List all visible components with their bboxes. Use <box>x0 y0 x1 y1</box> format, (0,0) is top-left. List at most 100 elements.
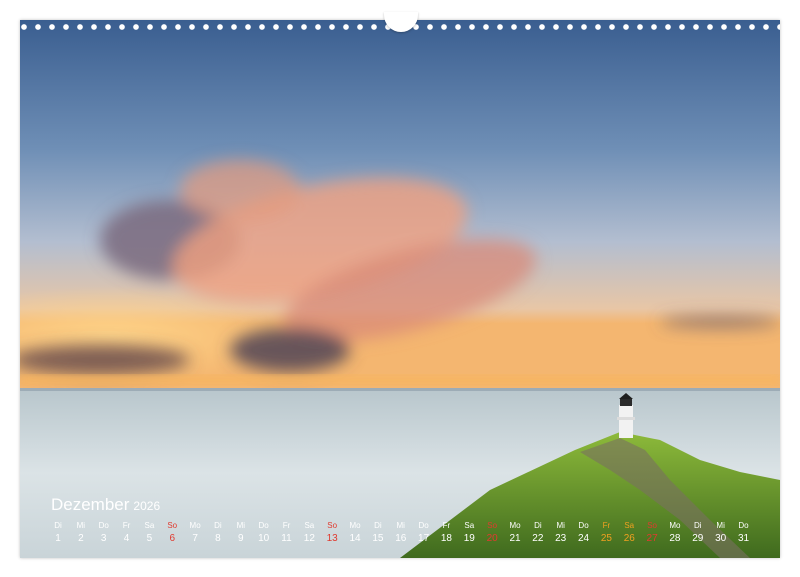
day-number: 18 <box>440 533 452 544</box>
day-cell: So 27 <box>641 520 663 546</box>
weekday-label: Di <box>534 521 542 530</box>
day-cell: Mi 23 <box>550 520 572 546</box>
day-number: 10 <box>258 533 270 544</box>
weekday-label: Sa <box>464 521 475 530</box>
day-cell: Do 10 <box>253 520 275 546</box>
day-number: 15 <box>372 533 384 544</box>
day-number: 28 <box>669 533 681 544</box>
day-number: 19 <box>463 533 475 544</box>
day-cell: Mo 14 <box>344 520 366 546</box>
weekday-label: Fr <box>442 521 451 530</box>
day-number: 14 <box>349 533 361 544</box>
weekday-label: Di <box>54 521 62 530</box>
calendar-strip: Dezember 2026 Di 1 Mi 2 Do 3 Fr 4 Sa 5 So 6 Mo 7 Di 8 Mi 9… <box>20 480 780 558</box>
day-number: 11 <box>281 533 292 544</box>
day-number: 24 <box>577 533 590 544</box>
day-cell: So 13 <box>321 520 343 546</box>
day-number: 27 <box>646 533 658 544</box>
day-number: 4 <box>123 533 130 544</box>
weekday-label: Di <box>374 521 382 530</box>
weekday-label: Sa <box>624 521 635 530</box>
weekday-label: Mi <box>76 521 86 530</box>
month-title: Dezember 2026 <box>51 495 160 515</box>
day-number: 13 <box>326 533 338 544</box>
day-cell: Mi 2 <box>70 520 92 546</box>
weekday-label: Do <box>258 521 269 530</box>
day-cell: Sa 26 <box>618 520 640 546</box>
day-cell: Di 29 <box>687 520 709 546</box>
day-number: 8 <box>215 533 221 544</box>
day-number: 7 <box>192 533 198 544</box>
day-number: 2 <box>78 533 84 544</box>
day-number: 22 <box>532 533 544 544</box>
day-number: 25 <box>600 533 612 544</box>
day-cell: Sa 12 <box>298 520 320 546</box>
lighthouse-sunset-image <box>20 20 780 558</box>
day-cell: Di 8 <box>207 520 229 546</box>
day-cell: Mi 9 <box>230 520 252 546</box>
weekday-label: Mi <box>716 521 725 530</box>
weekday-label: Mo <box>349 521 361 530</box>
day-cell: Di 22 <box>527 520 549 546</box>
year-label: 2026 <box>133 499 161 513</box>
weekday-label: Do <box>578 521 589 530</box>
day-cell: Do 24 <box>573 520 595 546</box>
day-cell: Do 3 <box>93 520 115 546</box>
day-cell: Mo 7 <box>184 520 206 546</box>
day-number: 23 <box>555 533 567 544</box>
weekday-label: Fr <box>282 521 291 530</box>
wire-binding <box>20 12 780 34</box>
day-cell: Mo 21 <box>504 520 526 546</box>
weekday-label: Mi <box>396 521 405 530</box>
day-number: 3 <box>100 533 107 544</box>
day-cell: Sa 5 <box>138 520 160 546</box>
weekday-label: Mo <box>189 521 201 530</box>
weekday-label: Do <box>98 521 109 530</box>
calendar-photo <box>20 20 780 558</box>
weekday-label: Mo <box>509 521 521 530</box>
weekday-label: So <box>487 521 498 530</box>
weekday-label: Mi <box>236 521 246 530</box>
day-number: 6 <box>169 533 176 544</box>
weekday-label: Mo <box>669 521 681 530</box>
weekday-label: Di <box>214 521 222 530</box>
day-number: 30 <box>715 533 727 544</box>
day-cell: Mo 28 <box>664 520 686 546</box>
month-name: Dezember <box>51 495 130 514</box>
day-cell: Mi 30 <box>710 520 732 546</box>
weekday-label: Sa <box>144 521 155 530</box>
weekday-label: So <box>327 521 338 530</box>
day-cell: Fr 11 <box>276 520 298 546</box>
day-number: 5 <box>146 533 153 544</box>
day-number: 31 <box>737 533 750 544</box>
day-number: 1 <box>55 533 61 544</box>
day-cell: Sa 19 <box>458 520 480 546</box>
day-cell: Mi 16 <box>390 520 412 546</box>
day-number: 21 <box>509 533 521 544</box>
day-cell: Fr 18 <box>435 520 457 546</box>
day-cell: Fr 25 <box>595 520 617 546</box>
day-number: 29 <box>692 533 704 544</box>
day-number: 16 <box>395 533 407 544</box>
weekday-label: Mi <box>556 521 565 530</box>
day-cell: Do 17 <box>413 520 435 546</box>
day-number: 20 <box>486 533 498 544</box>
day-number: 26 <box>623 533 635 544</box>
day-cell: Di 1 <box>47 520 69 546</box>
day-cell: Do 31 <box>733 520 755 546</box>
day-cell: So 6 <box>161 520 183 546</box>
weekday-label: So <box>167 521 178 530</box>
day-cell: So 20 <box>481 520 503 546</box>
weekday-label: Fr <box>122 521 131 530</box>
day-number: 17 <box>418 533 430 544</box>
day-cell: Fr 4 <box>116 520 138 546</box>
weekday-label: Do <box>418 521 429 530</box>
day-number: 12 <box>303 533 315 544</box>
day-number: 9 <box>238 533 244 544</box>
day-cell: Di 15 <box>367 520 389 546</box>
day-grid: Di 1 Mi 2 Do 3 Fr 4 Sa 5 So 6 Mo 7 Di 8 Mi 9 Do 10 Fr 11 Sa 12 S… <box>47 520 761 550</box>
weekday-label: So <box>647 521 657 530</box>
weekday-label: Sa <box>304 521 315 530</box>
weekday-label: Fr <box>602 521 611 530</box>
weekday-label: Do <box>738 521 749 530</box>
